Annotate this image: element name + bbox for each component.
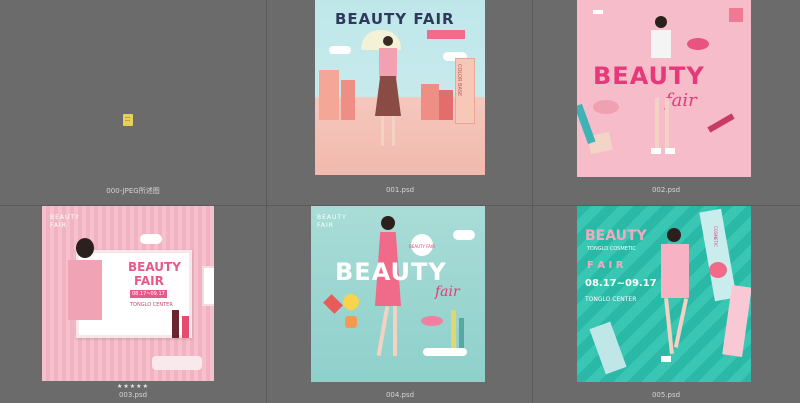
thumbnail: BEAUTY FAIR BEAUTY FAIR BEAUTY fair [311,206,485,382]
file-tile-004[interactable]: BEAUTY FAIR BEAUTY FAIR BEAUTY fair 004.… [267,206,532,403]
poster-dates: 08.17~09.17 [130,290,167,298]
file-name: 000-JPEG所述图 [106,187,160,195]
file-tile-002[interactable]: BEAUTY fair 002.psd [533,0,800,205]
poster-dates: 08.17~09.17 [585,278,657,289]
thumbnail: BEAUTY fair [577,0,751,177]
tube-label: COLOR BASE [456,64,462,97]
thumbnail: BEAUTY FAIR BEAUTY FAIR 08.17~09.17 TONG… [42,206,214,381]
file-name: 003.psd [118,391,148,399]
rating-stars: ★★★★★ [117,383,149,390]
poster-title: BEAUTY [335,258,447,286]
poster-script: fair [435,284,460,300]
file-tile-005[interactable]: BEAUTY TONGLO COSMETIC F A I R 08.17~09.… [533,206,800,403]
poster-title-2: F A I R [587,260,624,271]
poster-venue: TONGLO CENTER [130,302,173,308]
poster-script: fair [665,90,697,111]
file-name: 004.psd [385,391,415,399]
poster-title-1: BEAUTY [128,260,181,274]
poster-venue: TONGLO CENTER [585,296,637,303]
thumbnail: BEAUTY TONGLO COSMETIC F A I R 08.17~09.… [577,206,751,382]
file-tile-003[interactable]: BEAUTY FAIR BEAUTY FAIR 08.17~09.17 TONG… [0,206,266,403]
poster-title: BEAUTY FAIR [335,10,455,28]
poster-subtitle: TONGLO COSMETIC [587,246,636,252]
poster-badge: BEAUTY FAIR [409,244,435,249]
corner-text: BEAUTY FAIR [317,214,347,229]
file-name: 001.psd [385,186,415,194]
poster-title: BEAUTY [593,62,705,90]
file-name: 002.psd [651,186,681,194]
poster-title-1: BEAUTY [585,228,647,244]
tube-label: COSMETIC [713,226,718,247]
poster-title-2: FAIR [134,274,164,288]
file-tile-000[interactable]: 000-JPEG所述图 [0,0,266,205]
thumbnail: BEAUTY FAIR COLOR BASE [315,0,485,175]
file-tile-001[interactable]: BEAUTY FAIR COLOR BASE 001.psd [267,0,532,205]
file-icon [123,114,133,126]
corner-text: BEAUTY FAIR [50,214,80,229]
file-name: 005.psd [651,391,681,399]
